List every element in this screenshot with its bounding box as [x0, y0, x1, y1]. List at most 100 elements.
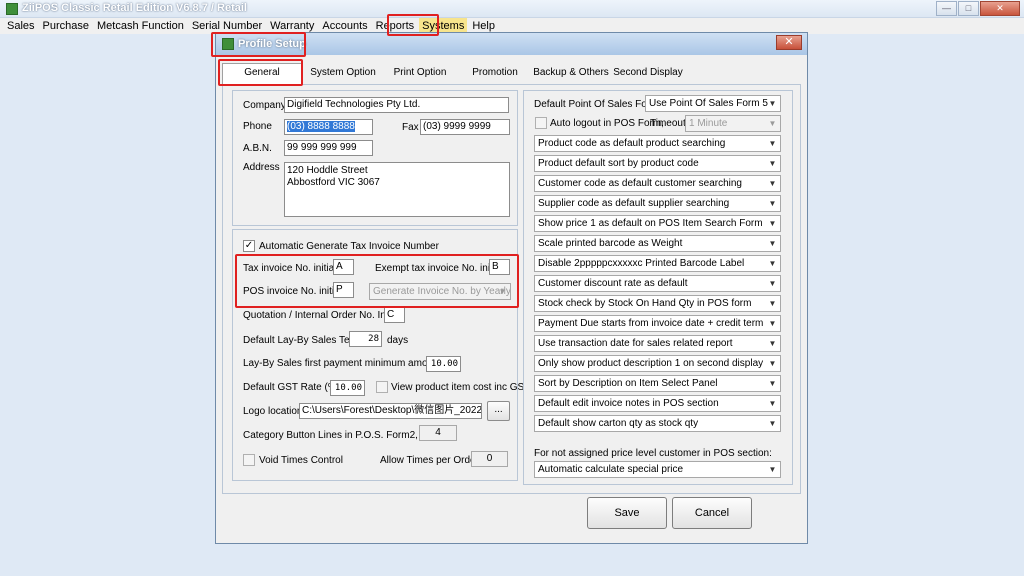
option-select-2[interactable]: Product default sort by product code ▼	[534, 155, 781, 172]
app-title: ZiiPOS Classic Retail Edition V6.8.7 / R…	[22, 2, 247, 14]
option-value: Default show carton qty as stock qty	[538, 418, 699, 429]
dialog-close-button[interactable]: ✕	[776, 35, 802, 50]
category-lines-label: Category Button Lines in P.O.S. Form2, 4…	[243, 430, 445, 441]
option-value: Payment Due starts from invoice date + c…	[538, 318, 764, 329]
tab-print-option[interactable]: Print Option	[390, 66, 450, 80]
timeout-select[interactable]: 1 Minute ▼	[685, 115, 781, 132]
price-level-select[interactable]: Automatic calculate special price ▼	[534, 461, 781, 478]
tab-second-display[interactable]: Second Display	[612, 66, 684, 80]
allow-times-value[interactable]: 0	[471, 451, 508, 467]
option-value: Disable 2pppppcxxxxxc Printed Barcode La…	[538, 258, 745, 269]
address-line-1: 120 Hoddle Street	[287, 165, 368, 176]
allow-times-label: Allow Times per Order	[380, 455, 479, 466]
abn-input[interactable]: 99 999 999 999	[284, 140, 373, 156]
menu-metcash-function[interactable]: Metcash Function	[94, 18, 187, 34]
cancel-button[interactable]: Cancel	[672, 497, 752, 529]
chevron-down-icon: ▼	[768, 399, 777, 408]
chevron-down-icon: ▼	[768, 119, 777, 128]
option-value: Sort by Description on Item Select Panel	[538, 378, 718, 389]
quotation-initial-input[interactable]: C	[384, 307, 405, 323]
option-select-7[interactable]: Disable 2pppppcxxxxxc Printed Barcode La…	[534, 255, 781, 272]
option-select-9[interactable]: Stock check by Stock On Hand Qty in POS …	[534, 295, 781, 312]
dialog-title-highlight	[211, 32, 306, 57]
address-input[interactable]: 120 Hoddle Street Abbostford VIC 3067	[284, 162, 510, 217]
chevron-down-icon: ▼	[768, 99, 777, 108]
company-label: Company	[243, 100, 286, 111]
option-select-6[interactable]: Scale printed barcode as Weight ▼	[534, 235, 781, 252]
chevron-down-icon: ▼	[768, 419, 777, 428]
option-value: Supplier code as default supplier search…	[538, 198, 730, 209]
void-times-label: Void Times Control	[259, 455, 343, 466]
chevron-down-icon: ▼	[768, 319, 777, 328]
logo-browse-button[interactable]: ...	[487, 401, 510, 421]
chevron-down-icon: ▼	[768, 159, 777, 168]
option-value: Use transaction date for sales related r…	[538, 338, 733, 349]
tab-backup-others[interactable]: Backup & Others	[533, 66, 609, 80]
option-select-11[interactable]: Use transaction date for sales related r…	[534, 335, 781, 352]
fax-label: Fax	[402, 122, 419, 133]
layby-min-input[interactable]: 10.00	[426, 356, 461, 372]
chevron-down-icon: ▼	[768, 379, 777, 388]
chevron-down-icon: ▼	[768, 219, 777, 228]
chevron-down-icon: ▼	[768, 179, 777, 188]
menu-purchase[interactable]: Purchase	[40, 18, 92, 34]
auto-logout-checkbox[interactable]	[535, 117, 547, 129]
option-select-13[interactable]: Sort by Description on Item Select Panel…	[534, 375, 781, 392]
quotation-initial-label: Quotation / Internal Order No. Initial	[243, 310, 401, 321]
option-select-10[interactable]: Payment Due starts from invoice date + c…	[534, 315, 781, 332]
gst-rate-input[interactable]: 10.00	[330, 380, 365, 396]
gst-rate-label: Default GST Rate (%)	[243, 382, 341, 393]
auto-tax-invoice-label: Automatic Generate Tax Invoice Number	[259, 241, 439, 252]
logo-location-label: Logo location	[243, 406, 303, 417]
option-value: Only show product description 1 on secon…	[538, 358, 764, 369]
logo-location-input[interactable]: C:\Users\Forest\Desktop\微信图片_2022041	[299, 403, 482, 419]
chevron-down-icon: ▼	[768, 299, 777, 308]
category-lines-value[interactable]: 4	[419, 425, 457, 441]
option-value: Stock check by Stock On Hand Qty in POS …	[538, 298, 752, 309]
phone-value: (03) 8888 8888	[287, 121, 355, 132]
option-value: Show price 1 as default on POS Item Sear…	[538, 218, 763, 229]
option-value: Product code as default product searchin…	[538, 138, 726, 149]
option-select-15[interactable]: Default show carton qty as stock qty ▼	[534, 415, 781, 432]
chevron-down-icon: ▼	[768, 359, 777, 368]
abn-label: A.B.N.	[243, 143, 272, 154]
app-logo-icon	[6, 3, 18, 15]
phone-input[interactable]: (03) 8888 8888	[284, 119, 373, 135]
tab-system-option[interactable]: System Option	[310, 66, 376, 80]
pos-form-select[interactable]: Use Point Of Sales Form 5 ▼	[645, 95, 781, 112]
option-value: Scale printed barcode as Weight	[538, 238, 683, 249]
company-input[interactable]: Digifield Technologies Pty Ltd.	[284, 97, 509, 113]
fax-input[interactable]: (03) 9999 9999	[420, 119, 510, 135]
option-select-5[interactable]: Show price 1 as default on POS Item Sear…	[534, 215, 781, 232]
auto-tax-invoice-checkbox[interactable]: ✓	[243, 240, 255, 252]
menu-sales[interactable]: Sales	[4, 18, 38, 34]
chevron-down-icon: ▼	[768, 199, 777, 208]
chevron-down-icon: ▼	[768, 339, 777, 348]
cost-inc-gst-checkbox[interactable]	[376, 381, 388, 393]
save-button[interactable]: Save	[587, 497, 667, 529]
address-line-2: Abbostford VIC 3067	[287, 177, 380, 188]
app-close-button[interactable]: ✕	[980, 1, 1020, 16]
maximize-button[interactable]: □	[958, 1, 979, 16]
option-value: Customer discount rate as default	[538, 278, 688, 289]
chevron-down-icon: ▼	[768, 259, 777, 268]
option-select-12[interactable]: Only show product description 1 on secon…	[534, 355, 781, 372]
void-times-checkbox[interactable]	[243, 454, 255, 466]
price-level-label: For not assigned price level customer in…	[534, 448, 772, 459]
general-tab-highlight	[218, 59, 303, 86]
option-select-8[interactable]: Customer discount rate as default ▼	[534, 275, 781, 292]
phone-label: Phone	[243, 121, 272, 132]
minimize-button[interactable]: —	[936, 1, 957, 16]
layby-term-input[interactable]: 28	[349, 331, 382, 347]
timeout-label: Timeout	[650, 118, 686, 129]
option-select-4[interactable]: Supplier code as default supplier search…	[534, 195, 781, 212]
option-select-3[interactable]: Customer code as default customer search…	[534, 175, 781, 192]
option-value: Customer code as default customer search…	[538, 178, 742, 189]
pos-form-value: Use Point Of Sales Form 5	[649, 98, 768, 109]
option-select-1[interactable]: Product code as default product searchin…	[534, 135, 781, 152]
option-value: Default edit invoice notes in POS sectio…	[538, 398, 719, 409]
app-title-bar: ZiiPOS Classic Retail Edition V6.8.7 / R…	[0, 0, 1024, 18]
option-select-14[interactable]: Default edit invoice notes in POS sectio…	[534, 395, 781, 412]
chevron-down-icon: ▼	[768, 465, 777, 474]
tab-promotion[interactable]: Promotion	[470, 66, 520, 80]
